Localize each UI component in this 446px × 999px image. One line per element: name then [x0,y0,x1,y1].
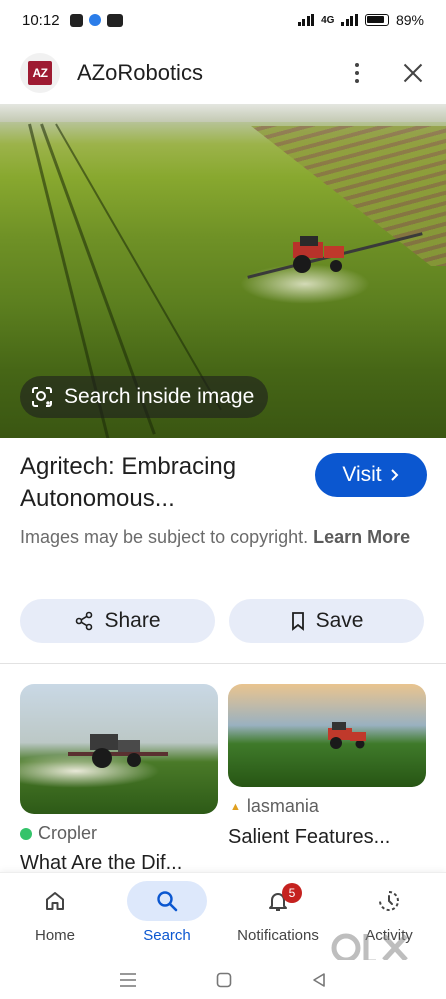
nav-home[interactable]: Home [5,873,105,961]
search-icon [157,891,178,912]
save-label: Save [315,609,364,632]
site-logo[interactable]: AZ [20,53,60,93]
share-label: Share [104,609,161,632]
visit-button[interactable]: Visit [315,453,427,497]
nav-activity-pill [349,881,429,921]
more-vert-icon[interactable] [342,58,372,88]
site-logo-mark: AZ [28,61,52,85]
nav-home-label: Home [34,927,75,944]
battery-level: 89% [395,12,424,28]
activity-icon [379,891,399,911]
nav-search-pill [127,881,207,921]
result-title-line: Agritech: Embracing [20,453,237,480]
tractor-illustration [68,734,168,768]
copyright-text: Images may be subject to copyright. [20,527,309,547]
signal-icon [297,14,315,26]
nav-home-pill [15,881,95,921]
related-source-name: Cropler [38,823,98,843]
copyright-notice: Images may be subject to copyright. Lear… [20,524,420,551]
tractor-illustration [293,236,344,273]
lens-icon [32,387,52,407]
nav-notifications-label: Notifications [237,927,319,944]
related-source-name: lasmania [246,796,319,816]
divider [0,663,446,664]
nav-notifications[interactable]: 5 Notifications [228,873,328,961]
home-square-icon[interactable] [216,972,232,988]
related-image[interactable] [228,684,426,787]
related-title[interactable]: Salient Features... [228,826,426,849]
app-notification-icon [88,14,101,26]
site-name[interactable]: AZoRobotics [77,60,203,86]
share-button[interactable]: Share [20,599,215,643]
image-sky [0,104,446,122]
search-inside-image-button[interactable]: Search inside image [20,376,269,418]
system-navigation-bar [0,960,446,999]
battery-icon [364,14,389,26]
related-source: Cropler [20,823,97,844]
bookmark-icon [291,612,304,631]
result-image[interactable]: Search inside image [0,104,446,438]
save-button[interactable]: Save [229,599,424,643]
status-bar: 10:12 4G 89% [0,0,446,40]
search-inside-image-label: Search inside image [64,385,255,408]
related-image[interactable] [20,684,218,814]
home-icon [46,892,64,910]
chevron-right-icon [390,469,399,481]
visit-label: Visit [342,463,382,486]
source-favicon-icon: ▲ [230,800,241,813]
app-notification-icon [106,13,123,27]
learn-more-link[interactable]: Learn More [313,527,410,547]
result-title[interactable]: Agritech: Embracing Autonomous... [20,451,290,515]
source-dot-icon [20,827,32,840]
app-notification-icon [69,13,83,27]
notification-icons [69,13,123,27]
signal-icon [341,14,358,26]
back-icon[interactable] [311,972,327,988]
result-title-line: Autonomous... [20,485,175,512]
tractor-illustration [328,722,366,749]
nav-notifications-pill: 5 [238,881,318,921]
image-crop-row [55,123,222,411]
share-icon [76,611,93,631]
source-header: AZ AZoRobotics [0,44,446,102]
related-source: ▲ lasmania [230,796,319,817]
system-status-icons: 4G 89% [297,12,424,28]
network-type: 4G [321,14,335,26]
menu-icon[interactable] [119,972,137,988]
close-icon[interactable] [400,60,426,86]
nav-search-label: Search [143,927,191,944]
notification-badge: 5 [282,883,302,903]
status-time: 10:12 [22,11,60,29]
nav-search[interactable]: Search [117,873,217,961]
